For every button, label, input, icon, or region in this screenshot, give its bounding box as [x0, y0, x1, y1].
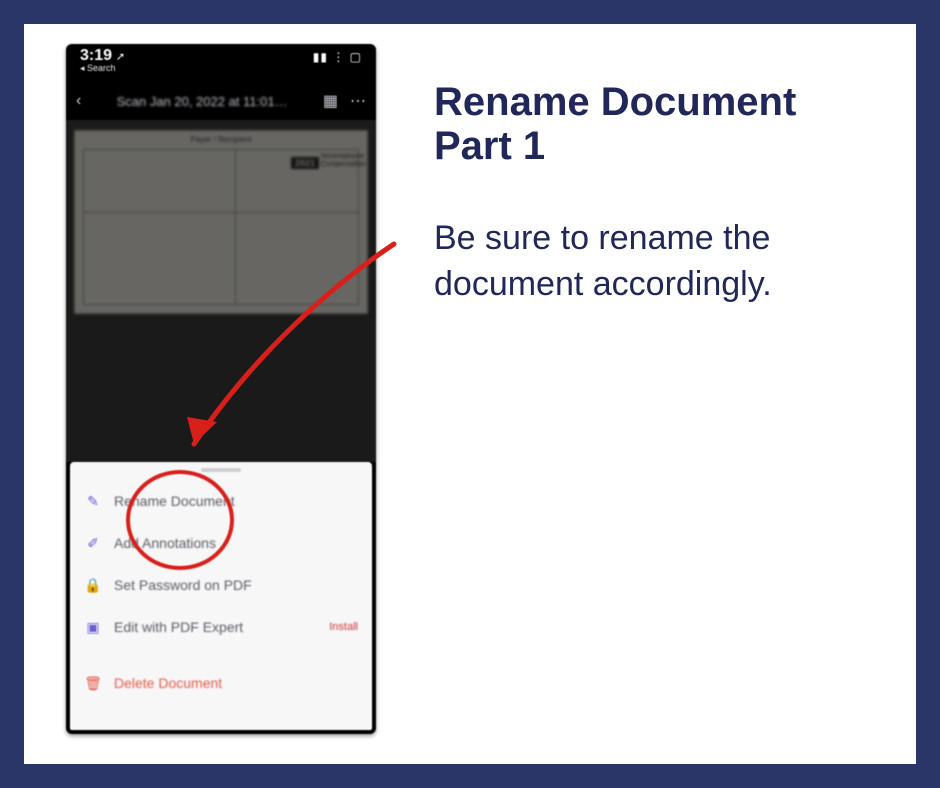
slide-card: 3:19 ➚ ◂ Search ▮▮ ⋮ ▢ ‹ Scan Jan 20, 20…: [24, 24, 916, 764]
menu-edit-pdf-expert[interactable]: ▣ Edit with PDF Expert Install: [84, 606, 358, 648]
document-preview: Payer / Recipient 2021 Nonemployee Compe…: [66, 120, 376, 462]
instruction-heading: Rename Document Part 1: [434, 80, 886, 168]
menu-set-password[interactable]: 🔒 Set Password on PDF: [84, 564, 358, 606]
menu-label: Delete Document: [114, 675, 358, 691]
instruction-body: Be sure to rename the document according…: [434, 216, 886, 308]
status-indicators: ▮▮ ⋮ ▢: [313, 48, 362, 64]
nav-bar: ‹ Scan Jan 20, 2022 at 11:01… ▦ ⋯: [66, 82, 376, 120]
trash-icon: 🗑: [84, 674, 102, 692]
rename-icon: ✎: [84, 492, 102, 510]
status-time: 3:19: [80, 47, 112, 64]
instruction-column: Rename Document Part 1 Be sure to rename…: [386, 44, 886, 734]
menu-label: Add Annotations: [114, 535, 358, 551]
action-sheet: ✎ Rename Document ✐ Add Annotations 🔒 Se…: [70, 462, 372, 730]
annotate-icon: ✐: [84, 534, 102, 552]
form-header: Payer / Recipient: [75, 135, 367, 144]
menu-label: Set Password on PDF: [114, 577, 358, 593]
menu-label: Rename Document: [114, 493, 358, 509]
phone-column: 3:19 ➚ ◂ Search ▮▮ ⋮ ▢ ‹ Scan Jan 20, 20…: [66, 44, 386, 734]
grid-icon[interactable]: ▦: [323, 91, 338, 111]
menu-delete-document[interactable]: 🗑 Delete Document: [84, 662, 358, 704]
edit-expert-icon: ▣: [84, 618, 102, 636]
sheet-drag-handle[interactable]: [201, 468, 241, 472]
back-icon[interactable]: ‹: [76, 92, 81, 110]
scanned-form-page: Payer / Recipient 2021 Nonemployee Compe…: [74, 130, 368, 314]
location-icon: ➚: [116, 51, 125, 63]
form-type-label: Nonemployee Compensation: [321, 153, 355, 168]
install-badge[interactable]: Install: [329, 621, 358, 633]
back-to-search[interactable]: ◂ Search: [80, 64, 125, 73]
more-icon[interactable]: ⋯: [350, 91, 366, 111]
menu-label: Edit with PDF Expert: [114, 619, 317, 635]
heading-line-2: Part 1: [434, 124, 545, 168]
menu-add-annotations[interactable]: ✐ Add Annotations: [84, 522, 358, 564]
menu-rename-document[interactable]: ✎ Rename Document: [84, 480, 358, 522]
phone-screenshot: 3:19 ➚ ◂ Search ▮▮ ⋮ ▢ ‹ Scan Jan 20, 20…: [66, 44, 376, 734]
document-title: Scan Jan 20, 2022 at 11:01…: [93, 94, 311, 109]
status-bar: 3:19 ➚ ◂ Search ▮▮ ⋮ ▢: [66, 44, 376, 82]
form-year-tag: 2021: [291, 157, 319, 169]
heading-line-1: Rename Document: [434, 80, 796, 124]
lock-icon: 🔒: [84, 576, 102, 594]
